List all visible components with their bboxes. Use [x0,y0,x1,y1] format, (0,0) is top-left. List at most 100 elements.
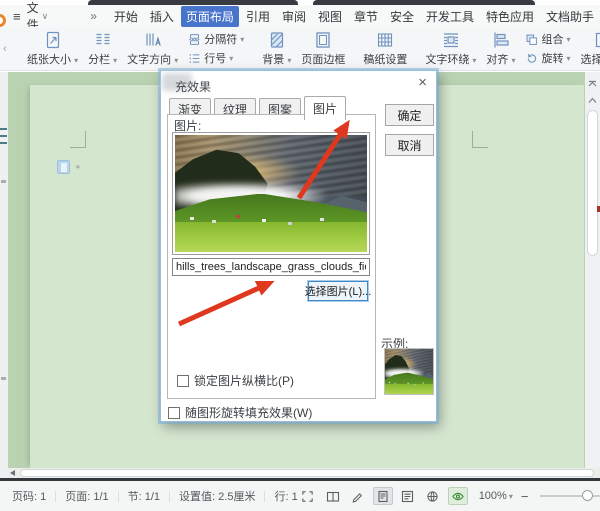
line-numbers-button[interactable]: 行号 ▾ [188,50,244,66]
chevron-down-icon: ▾ [511,56,516,65]
picture-preview-frame [172,132,370,255]
paper-size-button[interactable]: 纸张大小 ▾ [27,30,78,67]
columns-button[interactable]: 分栏 ▾ [88,30,117,67]
group-button[interactable]: 组合 ▾ [525,31,571,47]
menu-item-review[interactable]: 审阅 [277,6,311,27]
close-icon[interactable]: × [418,75,427,91]
strip-mark [1,180,6,183]
zoom-out-button[interactable]: − [518,489,532,504]
text-wrap-button[interactable]: 文字环绕 ▾ [425,30,476,67]
hamburger-menu-icon[interactable]: ≡ [13,9,21,24]
menu-item-home[interactable]: 开始 [109,6,143,27]
background-button[interactable]: 背景 ▾ [262,30,291,67]
menu-item-insert[interactable]: 插入 [145,6,179,27]
page-border-button[interactable]: 页面边框 [301,30,345,67]
scroll-up-arrow-icon[interactable] [588,96,597,104]
selection-pane-label: 选择窗格 [580,54,600,66]
paper-size-label: 纸张大小 [27,54,71,66]
background-icon [270,32,283,48]
status-page-number: 页码: 1 [12,491,47,503]
fullscreen-button[interactable] [298,487,318,505]
divider [117,490,119,502]
chevron-down-icon: ▾ [229,53,234,63]
group-rotate-group: 组合 ▾ 旋转 ▾ [525,31,571,66]
rotate-fill-checkbox[interactable]: 随图形旋转填充效果(W) [168,404,312,421]
zoom-slider-handle[interactable] [582,490,594,501]
meadow-art [175,221,367,252]
breaks-button[interactable]: 分隔符 ▾ [188,31,244,47]
rotate-fill-label: 随图形旋转填充效果(W) [185,406,313,420]
web-layout-view-button[interactable] [423,487,443,505]
menu-item-dev-tools[interactable]: 开发工具 [421,6,479,27]
outline-view-button[interactable] [398,487,418,505]
strip-mark [0,135,7,137]
zoom-level-button[interactable]: 100% ▾ [479,490,513,502]
menu-item-section[interactable]: 章节 [349,6,383,27]
menu-bar: ≡ 文件 ∨ » 开始 插入 页面布局 引用 审阅 视图 章节 安全 开发工具 … [0,1,600,32]
chevron-down-icon: ▾ [113,56,118,65]
status-bar: 页码: 1 页面: 1/1 节: 1/1 设置值: 2.5厘米 行: 1 100… [0,481,600,511]
manuscript-setup-button[interactable]: 稿纸设置 [363,30,407,67]
ok-button[interactable]: 确定 [385,104,434,126]
menu-item-view[interactable]: 视图 [313,6,347,27]
ink-pen-button[interactable] [348,487,368,505]
chevron-down-icon: ▾ [74,56,79,65]
align-icon [494,32,509,48]
outline-view-icon [402,490,414,502]
group-label: 组合 [541,34,564,46]
text-direction-button[interactable]: 文字方向 ▾ [127,30,178,67]
line-numbers-icon [189,53,200,63]
toolbar-more-icon[interactable]: » [90,9,97,23]
scroll-left-icon[interactable] [10,470,15,476]
menu-item-references[interactable]: 引用 [241,6,275,27]
align-label: 对齐 [486,54,509,66]
print-layout-view-button[interactable] [372,487,393,505]
divider [169,490,171,502]
text-wrap-label: 文字环绕 [425,54,470,66]
horizontal-scrollbar[interactable] [8,468,600,478]
zoom-slider[interactable] [540,490,600,501]
zoom-level-value: 100% [478,490,507,502]
select-picture-button[interactable]: 选择图片(L)... [305,281,371,301]
vertical-scroll-thumb[interactable] [587,110,598,256]
tab-picture[interactable]: 图片 [304,96,347,120]
strip-mark [0,128,7,130]
eye-protection-mode-button[interactable] [447,487,468,505]
sample-thumbnail [384,348,434,395]
strip-mark [0,142,7,144]
chevron-left-icon[interactable]: ‹ [3,43,7,55]
globe-icon [427,490,438,502]
status-section: 节: 1/1 [127,491,161,503]
breaks-linenum-group: 分隔符 ▾ 行号 ▾ [188,31,244,66]
text-direction-icon [146,33,161,46]
picture-filename-field[interactable] [172,258,370,276]
chevron-down-icon: ▾ [566,34,571,44]
village-art [190,216,195,220]
selection-pane-button[interactable]: 选择窗格 [581,30,600,67]
cancel-button[interactable]: 取消 [385,134,434,156]
horizontal-scroll-thumb[interactable] [20,469,594,477]
manuscript-setup-label: 稿纸设置 [363,54,408,66]
menu-item-doc-assistant[interactable]: 文档助手 [541,6,599,27]
lock-aspect-ratio-checkbox[interactable]: 锁定图片纵横比(P) [177,372,294,389]
paste-options-icon[interactable] [57,160,70,174]
scroll-up-icon[interactable] [588,80,597,88]
two-page-view-button[interactable] [323,487,343,505]
rotate-button[interactable]: 旋转 ▾ [525,50,571,66]
checkbox-icon [168,406,180,419]
menu-item-page-layout[interactable]: 页面布局 [180,5,239,27]
vertical-scrollbar[interactable] [585,72,600,478]
paper-size-icon [46,31,59,49]
main-menu: 开始 插入 页面布局 引用 审阅 视图 章节 安全 开发工具 特色应用 文档助手 [109,5,599,27]
landscape-preview-image [175,135,367,252]
menu-item-security[interactable]: 安全 [385,6,419,27]
chevron-down-icon: ▾ [174,56,179,65]
align-button[interactable]: 对齐 ▾ [486,30,515,67]
left-edge-strip [0,72,8,478]
manuscript-grid-icon [378,33,393,47]
strip-mark [1,377,6,380]
book-view-icon [326,491,339,502]
chevron-down-icon: ▾ [240,34,245,44]
menu-item-special-features[interactable]: 特色应用 [481,6,539,27]
page-break-icon [189,33,201,45]
